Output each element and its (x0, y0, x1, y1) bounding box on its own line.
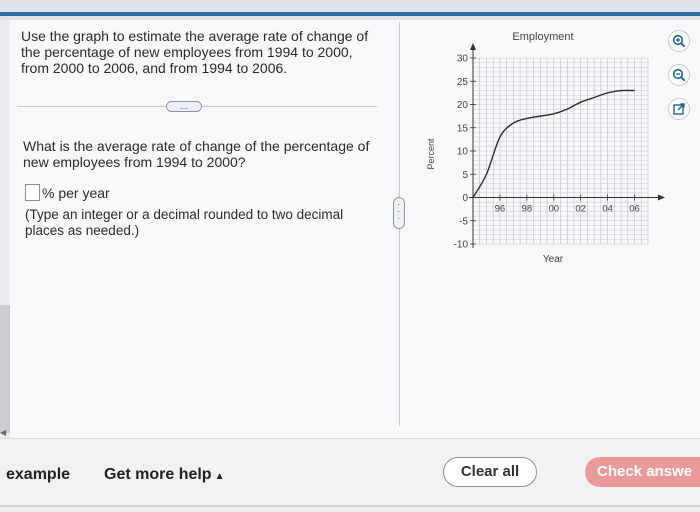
top-strip (0, 0, 700, 20)
zoom-in-icon (672, 34, 686, 48)
x-tick-label: 98 (522, 204, 533, 215)
y-tick-label: 25 (457, 77, 469, 88)
zoom-out-icon (672, 68, 686, 82)
x-axis-arrow (658, 194, 665, 201)
zoom-out-button[interactable] (668, 64, 690, 86)
y-axis-arrow (470, 43, 476, 50)
answer-unit: % per year (42, 184, 110, 201)
caret-up-icon: ▲ (214, 471, 225, 482)
y-tick-label: -5 (459, 216, 468, 227)
y-tick-label: 20 (457, 100, 469, 111)
graph-tools (668, 30, 694, 132)
popout-icon (673, 103, 685, 115)
view-example-link[interactable]: example (6, 466, 70, 484)
answer-row: % per year (25, 184, 110, 201)
left-arrow-icon: ◀ (0, 428, 7, 437)
chart-xlabel: Year (543, 254, 564, 265)
answer-input[interactable] (25, 184, 40, 201)
left-scroll-edge[interactable] (0, 305, 10, 433)
top-accent-bar (0, 12, 700, 16)
get-more-help-link[interactable]: Get more help ▲ (104, 466, 224, 484)
expand-more-button[interactable]: ... (166, 101, 202, 112)
x-tick-label: 96 (495, 204, 506, 215)
answer-hint: (Type an integer or a decimal rounded to… (25, 207, 344, 238)
y-tick-label: -10 (454, 240, 469, 251)
chart-svg: 30 25 20 15 10 5 0 -5 -10 96 98 00 02 04 06 Employment… (426, 31, 665, 265)
employment-chart: 30 25 20 15 10 5 0 -5 -10 96 98 00 02 04 06 Employment… (420, 26, 670, 276)
y-tick-label: 30 (457, 54, 469, 65)
footer-bottom-line (0, 505, 700, 507)
y-tick-label: 10 (457, 147, 469, 158)
x-tick-label: 06 (629, 204, 640, 215)
chart-ylabel: Percent (426, 138, 436, 170)
zoom-in-button[interactable] (668, 30, 690, 52)
pane-drag-handle[interactable]: · · · (393, 197, 405, 229)
x-tick-label: 00 (548, 204, 559, 215)
y-tick-label: 15 (457, 123, 469, 134)
question-prompt: Use the graph to estimate the average ra… (21, 28, 369, 76)
y-tick-label: 5 (462, 170, 468, 181)
y-tick-label: 0 (462, 193, 468, 204)
chart-title: Employment (512, 31, 573, 43)
subquestion-text: What is the average rate of change of th… (23, 138, 370, 170)
popout-button[interactable] (668, 98, 690, 120)
x-tick-label: 04 (602, 204, 613, 215)
clear-all-button[interactable]: Clear all (443, 457, 537, 487)
get-more-help-label: Get more help (104, 466, 212, 483)
check-answer-button[interactable]: Check answe (585, 457, 700, 487)
x-tick-label: 02 (575, 204, 586, 215)
